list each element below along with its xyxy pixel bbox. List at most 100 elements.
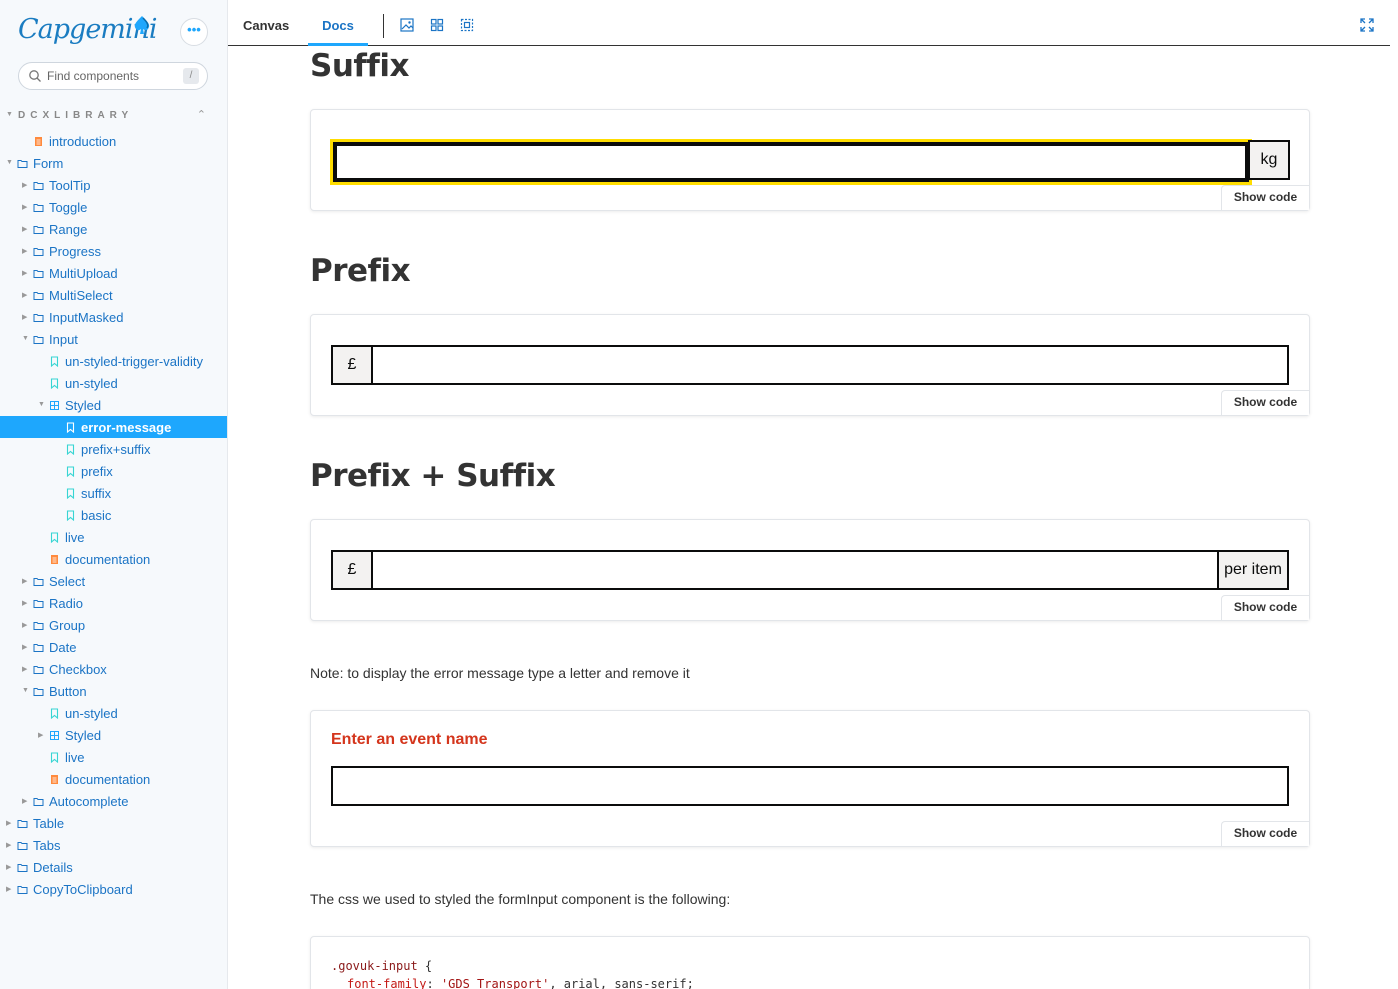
sidebar-item-un-styled[interactable]: un-styled [0,372,227,394]
caret-right-icon[interactable]: ▶ [22,291,27,299]
sidebar-item-styled[interactable]: ▶ Styled [0,724,227,746]
event-name-input[interactable] [331,766,1289,806]
sidebar-item-inputmasked[interactable]: ▶ InputMasked [0,306,227,328]
sidebar-item-suffix[interactable]: suffix [0,482,227,504]
sidebar-item-radio[interactable]: ▶ Radio [0,592,227,614]
caret-right-icon[interactable]: ▶ [6,819,11,827]
component-tree: introduction ▼ Form ▶ ToolTip ▶ Toggle ▶ Range ▶ P… [0,130,227,900]
sidebar-item-label: InputMasked [49,310,124,325]
spade-logo-icon [134,16,150,34]
sidebar-item-label: Select [49,574,86,589]
caret-down-icon[interactable]: ▼ [6,159,13,166]
sidebar-item-tooltip[interactable]: ▶ ToolTip [0,174,227,196]
outline-icon[interactable] [460,18,474,32]
sidebar-item-live[interactable]: live [0,746,227,768]
caret-right-icon[interactable]: ▶ [22,203,27,211]
show-code-button[interactable]: Show code [1221,390,1309,415]
fullscreen-icon[interactable] [1360,18,1374,32]
caret-down-icon[interactable]: ▼ [22,687,29,694]
sidebar-item-error-message[interactable]: error-message [0,416,227,438]
sidebar-item-styled[interactable]: ▼ Styled [0,394,227,416]
sidebar-item-un-styled[interactable]: un-styled [0,702,227,724]
folder-icon [33,245,44,256]
sidebar-item-label: Radio [49,596,83,611]
folder-icon [33,575,44,586]
caret-right-icon[interactable]: ▶ [22,269,27,277]
caret-right-icon[interactable]: ▶ [22,181,27,189]
sidebar-item-date[interactable]: ▶ Date [0,636,227,658]
expand-collapse-icon[interactable]: ⌃ [197,108,206,121]
library-header[interactable]: ▼ DCXLIBRARY ⌃ [6,108,206,124]
folder-icon [33,333,44,344]
prefix-suffix-input[interactable] [371,550,1219,590]
sidebar-item-introduction[interactable]: introduction [0,130,227,152]
code-line: font-family: 'GDS Transport', arial, san… [347,977,694,989]
tab-canvas[interactable]: Canvas [243,12,289,46]
caret-right-icon[interactable]: ▶ [22,225,27,233]
sidebar-item-label: live [65,750,85,765]
sidebar-item-prefix-suffix[interactable]: prefix+suffix [0,438,227,460]
error-example-card: Enter an event name Show code [310,710,1310,847]
suffix-input[interactable] [330,139,1252,185]
sidebar-item-input[interactable]: ▼ Input [0,328,227,350]
caret-right-icon[interactable]: ▶ [22,797,27,805]
sidebar-item-details[interactable]: ▶ Details [0,856,227,878]
toolbar-divider [383,14,384,38]
prefix-suffix-example-card: £ per item Show code [310,519,1310,621]
folder-icon [33,619,44,630]
sidebar-item-select[interactable]: ▶ Select [0,570,227,592]
sidebar-item-live[interactable]: live [0,526,227,548]
sidebar-item-label: Styled [65,398,102,413]
folder-icon [17,861,28,872]
sidebar-item-group[interactable]: ▶ Group [0,614,227,636]
caret-right-icon[interactable]: ▶ [6,841,11,849]
grid-icon[interactable] [430,18,444,32]
sidebar-item-range[interactable]: ▶ Range [0,218,227,240]
sidebar-item-checkbox[interactable]: ▶ Checkbox [0,658,227,680]
caret-right-icon[interactable]: ▶ [22,643,27,651]
search-shortcut: / [183,68,199,84]
caret-right-icon[interactable]: ▶ [22,313,27,321]
caret-right-icon[interactable]: ▶ [22,599,27,607]
sidebar-item-documentation[interactable]: documentation [0,548,227,570]
bookmark-icon [49,377,60,390]
caret-right-icon[interactable]: ▶ [6,885,11,893]
caret-down-icon[interactable]: ▼ [22,335,29,342]
sidebar-item-table[interactable]: ▶ Table [0,812,227,834]
search-input[interactable]: Find components / [18,62,208,90]
bookmark-icon [65,421,76,434]
sidebar-item-form[interactable]: ▼ Form [0,152,227,174]
sidebar-item-copytoclipboard[interactable]: ▶ CopyToClipboard [0,878,227,900]
sidebar-item-basic[interactable]: basic [0,504,227,526]
sidebar-item-label: prefix+suffix [81,442,151,457]
show-code-button[interactable]: Show code [1221,595,1309,620]
show-code-button[interactable]: Show code [1221,185,1309,210]
sidebar-item-progress[interactable]: ▶ Progress [0,240,227,262]
sidebar-item-documentation[interactable]: documentation [0,768,227,790]
sidebar-item-label: documentation [65,772,151,787]
folder-icon [17,817,28,828]
prefix-input[interactable] [371,345,1289,385]
sidebar-item-toggle[interactable]: ▶ Toggle [0,196,227,218]
tab-docs[interactable]: Docs [308,12,368,46]
sidebar-item-tabs[interactable]: ▶ Tabs [0,834,227,856]
sidebar-item-autocomplete[interactable]: ▶ Autocomplete [0,790,227,812]
caret-right-icon[interactable]: ▶ [22,621,27,629]
sidebar-item-prefix[interactable]: prefix [0,460,227,482]
css-note-text: The css we used to styled the formInput … [310,891,731,907]
caret-right-icon[interactable]: ▶ [22,247,27,255]
sidebar-item-multiselect[interactable]: ▶ MultiSelect [0,284,227,306]
show-code-button[interactable]: Show code [1221,821,1309,846]
sidebar-item-button[interactable]: ▼ Button [0,680,227,702]
caret-down-icon[interactable]: ▼ [38,401,45,408]
caret-right-icon[interactable]: ▶ [22,665,27,673]
docs-content: Suffix kg Show code Prefix £ Show code P… [228,46,1390,989]
caret-right-icon[interactable]: ▶ [6,863,11,871]
folder-icon [33,267,44,278]
caret-right-icon[interactable]: ▶ [22,577,27,585]
image-icon[interactable] [400,18,414,32]
caret-right-icon[interactable]: ▶ [38,731,43,739]
sidebar-item-un-styled-trigger-validity[interactable]: un-styled-trigger-validity [0,350,227,372]
sidebar-menu-button[interactable]: ••• [180,18,208,46]
sidebar-item-multiupload[interactable]: ▶ MultiUpload [0,262,227,284]
